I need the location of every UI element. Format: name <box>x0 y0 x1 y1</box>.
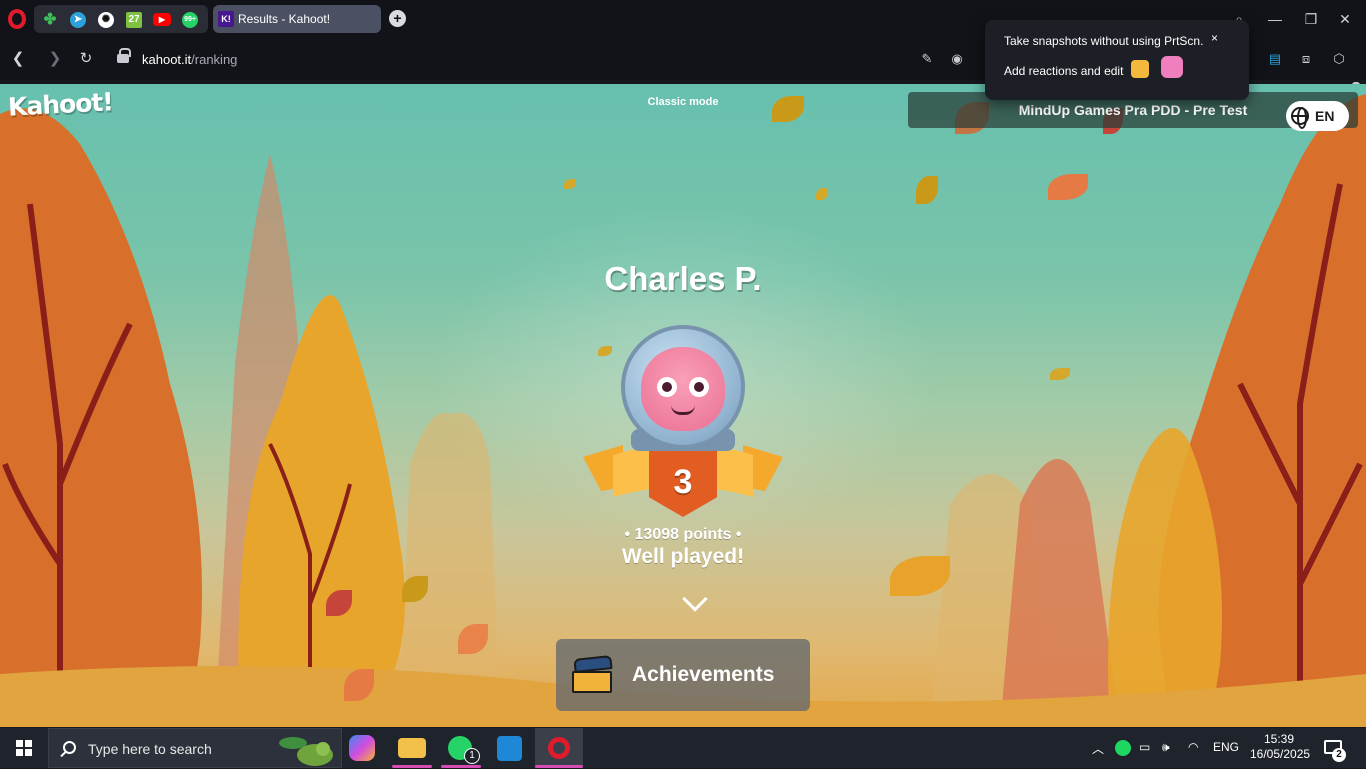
kahoot-favicon-icon: K! <box>218 11 234 27</box>
language-button[interactable]: EN <box>1286 101 1349 131</box>
language-label: EN <box>1315 108 1335 124</box>
reload-button[interactable]: ↻ <box>75 48 97 70</box>
opera-logo-icon[interactable] <box>8 9 26 29</box>
achievements-button[interactable]: Achievements <box>556 639 810 711</box>
spotify-icon[interactable] <box>1115 740 1131 756</box>
result-message: Well played! <box>621 545 745 568</box>
camera-icon[interactable]: ◉ <box>948 50 966 68</box>
extensions-cube-icon[interactable]: ⬡ <box>1330 50 1348 68</box>
new-tab-button[interactable]: + <box>389 10 406 27</box>
pinned-apps: ✤ ➤ ✺ 27 ▶ 99+ <box>34 5 208 33</box>
clock-time: 15:39 <box>1263 732 1295 746</box>
tab-title: Results - Kahoot! <box>238 12 331 26</box>
tooltip-line1: Take snapshots without using PrtScn. <box>1004 34 1204 48</box>
lock-icon <box>117 48 131 64</box>
battery-icon[interactable]: ▭ <box>1139 740 1150 754</box>
taskbar-clock[interactable]: 15:39 16/05/2025 <box>1250 732 1311 762</box>
forward-button[interactable]: ❯ <box>44 48 66 70</box>
chatgpt-icon[interactable]: ✺ <box>98 12 114 28</box>
tooltip-close-button[interactable]: × <box>1211 31 1218 45</box>
cat-emoji-icon <box>1161 56 1183 78</box>
achievements-label: Achievements <box>632 663 775 686</box>
edit-icon[interactable]: ✎ <box>918 50 936 68</box>
rank-number: 3 <box>673 463 693 501</box>
opera-taskbar-button[interactable] <box>535 728 583 768</box>
file-explorer-icon[interactable] <box>398 738 426 758</box>
globe-icon <box>1291 107 1309 129</box>
tab-kahoot-results[interactable]: K! Results - Kahoot! <box>213 5 381 33</box>
restore-button[interactable]: ❐ <box>1300 8 1322 30</box>
points-label: • 13098 points • <box>624 526 742 543</box>
close-window-button[interactable]: ✕ <box>1334 8 1356 30</box>
url-host: kahoot.it <box>142 52 192 67</box>
avatar-eye <box>689 377 709 397</box>
printer-icon[interactable]: ▤ <box>1266 50 1284 68</box>
kahoot-page: Kahoot! Classic mode MindUp Games Pra PD… <box>0 84 1366 727</box>
windows-start-icon[interactable] <box>16 740 32 756</box>
snapshot-tooltip: Take snapshots without using PrtScn. × A… <box>985 20 1249 100</box>
whatsapp-count-badge: 1 <box>464 748 480 764</box>
telegram-icon[interactable]: ➤ <box>70 12 86 28</box>
language-indicator[interactable]: ENG <box>1213 740 1239 754</box>
clock-date: 16/05/2025 <box>1250 747 1311 761</box>
search-placeholder: Type here to search <box>88 741 212 757</box>
player-name: Charles P. <box>604 260 762 297</box>
b27-icon[interactable]: 27 <box>126 12 142 28</box>
avatar-eye <box>657 377 677 397</box>
tooltip-line2: Add reactions and edit <box>1004 64 1124 78</box>
url-field[interactable]: kahoot.it/ranking <box>142 52 237 67</box>
windows-taskbar: Type here to search 1 ︿ ▭ 🕪 ◠ ENG 15:39 … <box>0 728 1366 768</box>
treasure-chest-icon <box>572 655 613 693</box>
vr-icon[interactable]: ⧈ <box>1297 50 1315 68</box>
brain-avatar-icon <box>641 347 725 431</box>
back-button[interactable]: ❮ <box>7 48 29 70</box>
clover-icon[interactable]: ✤ <box>42 12 58 28</box>
avatar-mouth <box>671 405 695 415</box>
taskbar-search-box[interactable]: Type here to search <box>48 728 342 768</box>
notification-count: 2 <box>1332 748 1346 762</box>
parrot-search-highlight-icon <box>279 737 333 766</box>
volume-icon[interactable]: 🕪 <box>1162 740 1170 755</box>
opera-icon <box>548 737 570 759</box>
whatsapp-icon[interactable]: 99+ <box>182 12 198 28</box>
search-icon <box>63 741 76 754</box>
wifi-icon[interactable]: ◠ <box>1188 740 1198 754</box>
youtube-icon[interactable]: ▶ <box>153 13 171 26</box>
smile-emoji-icon <box>1131 60 1149 78</box>
show-hidden-icons-icon[interactable]: ︿ <box>1092 740 1104 757</box>
vscode-icon[interactable] <box>497 736 522 761</box>
game-mode-label: Classic mode <box>647 96 719 108</box>
url-path: /ranking <box>191 52 238 67</box>
kahoot-logo: Kahoot! <box>7 87 114 122</box>
copilot-icon[interactable] <box>349 735 375 761</box>
minimize-button[interactable]: — <box>1264 8 1286 30</box>
rank-badge: 3 <box>583 325 783 525</box>
